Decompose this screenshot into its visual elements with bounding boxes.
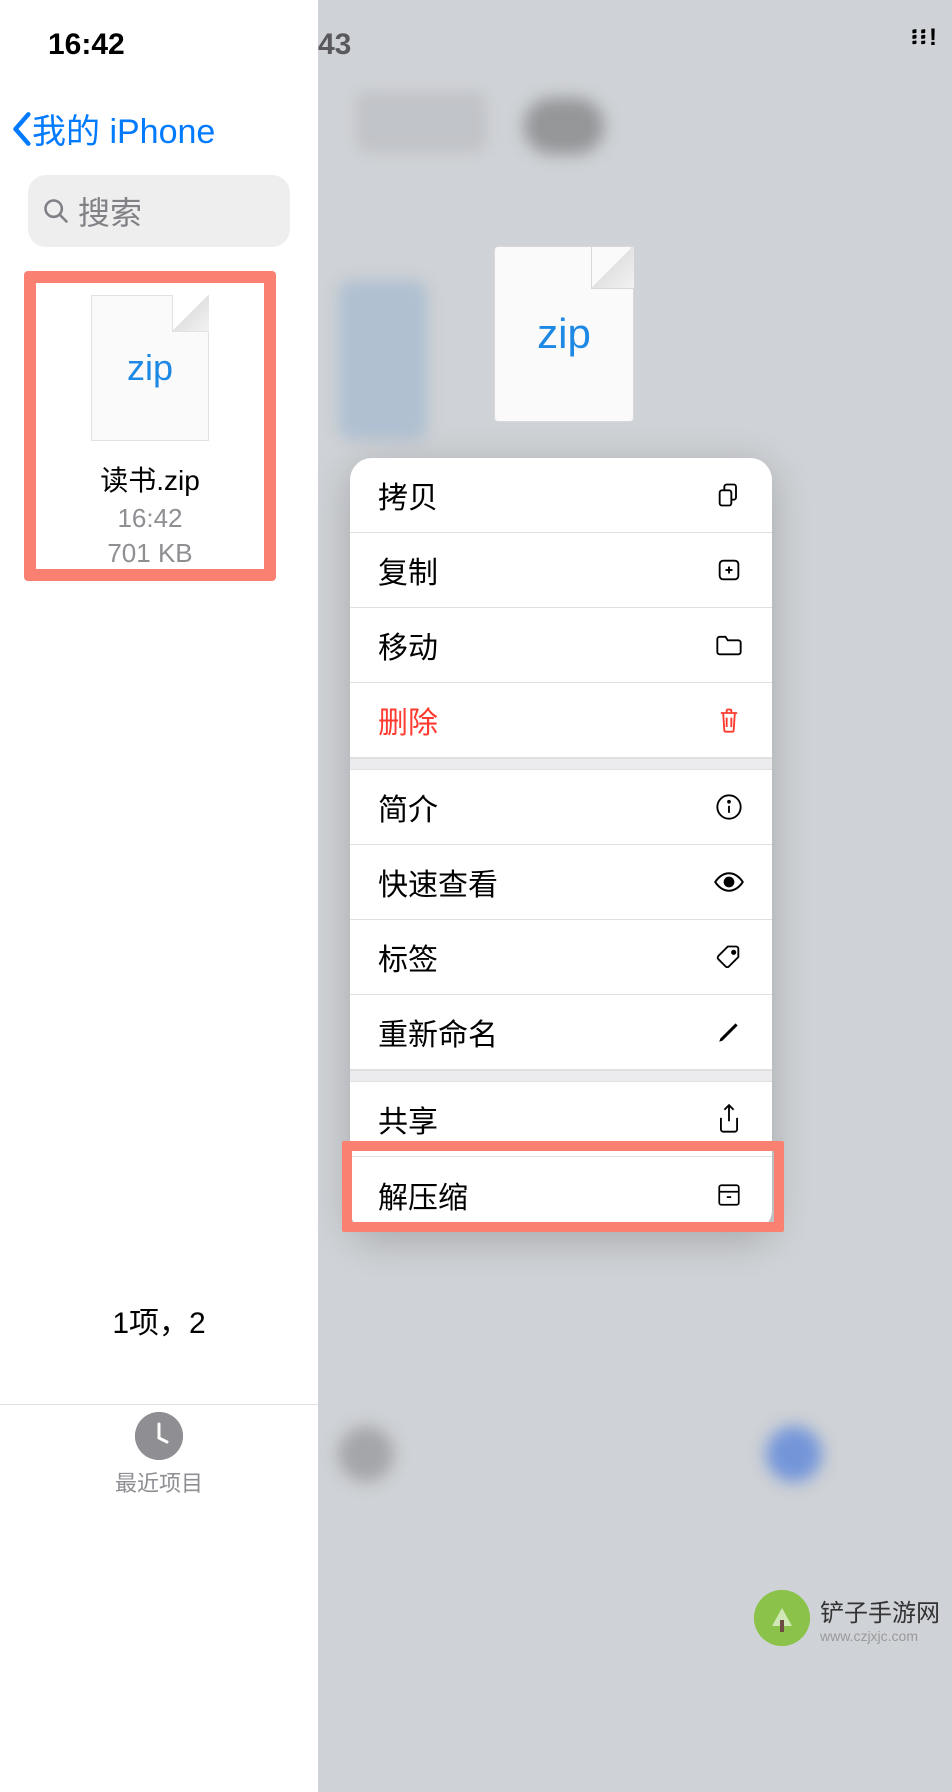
- zip-icon-label: zip: [127, 347, 173, 389]
- file-highlight-box: zip 读书.zip 16:42 701 KB: [24, 271, 276, 581]
- pencil-icon: [714, 1017, 744, 1047]
- watermark-url: www.czjxjc.com: [820, 1628, 940, 1644]
- search-placeholder: 搜索: [78, 188, 142, 234]
- menu-item-info[interactable]: 简介: [350, 770, 772, 845]
- info-icon: [714, 792, 744, 822]
- watermark: 铲子手游网 www.czjxjc.com: [754, 1590, 940, 1646]
- menu-item-rename[interactable]: 重新命名: [350, 995, 772, 1070]
- menu-item-uncompress[interactable]: 解压缩: [350, 1157, 772, 1232]
- back-button[interactable]: 我的 iPhone: [0, 62, 318, 153]
- zip-preview-icon: zip: [494, 246, 634, 422]
- share-icon: [714, 1104, 744, 1134]
- tab-recent[interactable]: 最近项目: [0, 1404, 318, 1504]
- menu-label: 快速查看: [378, 860, 498, 904]
- tag-icon: [714, 942, 744, 972]
- folder-icon: [714, 630, 744, 660]
- clock-icon: [135, 1412, 183, 1460]
- file-name: 读书.zip: [100, 459, 200, 499]
- menu-label: 移动: [378, 623, 438, 667]
- context-menu: 拷贝 复制 移动 删除 简介 快速查看 标签 重新命名: [350, 458, 772, 1232]
- duplicate-icon: [714, 555, 744, 585]
- zip-file-icon: zip: [91, 295, 209, 441]
- menu-label: 解压缩: [378, 1173, 468, 1217]
- zip-preview-label: zip: [537, 310, 591, 358]
- menu-separator: [350, 1070, 772, 1082]
- menu-item-copy[interactable]: 拷贝: [350, 458, 772, 533]
- trash-icon: [714, 705, 744, 735]
- blurred-tab-icon: [338, 1426, 394, 1482]
- left-screenshot: 16:42 我的 iPhone 搜索 zip 读书.zip 16:42 701 …: [0, 0, 318, 1792]
- search-input[interactable]: 搜索: [28, 175, 290, 247]
- back-label: 我的 iPhone: [32, 104, 215, 153]
- search-icon: [42, 197, 70, 225]
- menu-label: 简介: [378, 785, 438, 829]
- menu-item-duplicate[interactable]: 复制: [350, 533, 772, 608]
- watermark-logo-icon: [754, 1590, 810, 1646]
- status-time-left: 16:42: [0, 0, 318, 62]
- menu-item-share[interactable]: 共享: [350, 1082, 772, 1157]
- menu-item-move[interactable]: 移动: [350, 608, 772, 683]
- menu-label: 标签: [378, 935, 438, 979]
- menu-label: 重新命名: [378, 1010, 498, 1054]
- blurred-background: [524, 98, 604, 154]
- blurred-tab-icon: [766, 1426, 822, 1482]
- file-size: 701 KB: [107, 538, 192, 569]
- status-time-right: 43: [318, 28, 351, 62]
- watermark-title: 铲子手游网: [820, 1593, 940, 1628]
- file-time: 16:42: [117, 503, 182, 534]
- menu-label: 删除: [378, 698, 438, 742]
- blurred-background: [356, 92, 486, 152]
- eye-icon: [714, 867, 744, 897]
- file-item[interactable]: zip 读书.zip 16:42 701 KB: [36, 283, 264, 569]
- menu-label: 共享: [378, 1097, 438, 1141]
- right-screenshot: 43 ፧፧! zip 拷贝 复制 移动 删除 简介 快速查看: [318, 0, 952, 1792]
- chevron-left-icon: [10, 110, 32, 148]
- menu-item-tags[interactable]: 标签: [350, 920, 772, 995]
- menu-item-delete[interactable]: 删除: [350, 683, 772, 758]
- blurred-background: [338, 280, 428, 440]
- archive-icon: [714, 1180, 744, 1210]
- menu-label: 拷贝: [378, 473, 438, 517]
- tab-label: 最近项目: [115, 1466, 203, 1498]
- menu-label: 复制: [378, 548, 438, 592]
- signal-icon: ፧፧!: [912, 24, 940, 52]
- menu-separator: [350, 758, 772, 770]
- item-count: 1项，2: [112, 1298, 205, 1342]
- menu-item-quicklook[interactable]: 快速查看: [350, 845, 772, 920]
- copy-doc-icon: [714, 480, 744, 510]
